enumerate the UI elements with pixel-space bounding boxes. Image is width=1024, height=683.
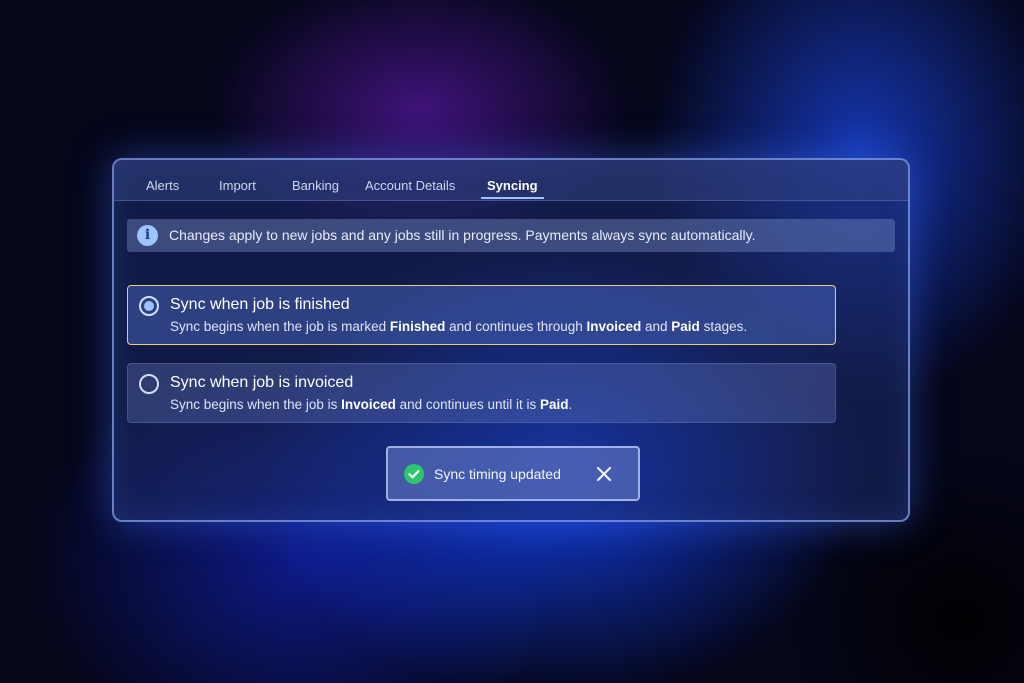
settings-panel: Alerts Import Banking Account Details Sy… xyxy=(112,158,910,522)
option-sync-when-finished[interactable]: Sync when job is finished Sync begins wh… xyxy=(127,285,836,345)
info-icon: i xyxy=(137,225,158,246)
tab-import[interactable]: Import xyxy=(219,178,256,193)
tab-bar: Alerts Import Banking Account Details Sy… xyxy=(114,160,908,201)
close-icon[interactable] xyxy=(593,463,615,485)
option-description: Sync begins when the job is Invoiced and… xyxy=(170,397,573,412)
toast-message: Sync timing updated xyxy=(434,466,561,482)
tab-banking[interactable]: Banking xyxy=(292,178,339,193)
option-title: Sync when job is invoiced xyxy=(170,374,354,391)
tab-syncing[interactable]: Syncing xyxy=(481,178,544,199)
check-circle-icon xyxy=(404,464,424,484)
option-description: Sync begins when the job is marked Finis… xyxy=(170,319,748,334)
info-banner: i Changes apply to new jobs and any jobs… xyxy=(127,219,895,252)
option-title: Sync when job is finished xyxy=(170,296,350,313)
info-text: Changes apply to new jobs and any jobs s… xyxy=(169,227,756,243)
option-sync-when-invoiced[interactable]: Sync when job is invoiced Sync begins wh… xyxy=(127,363,836,423)
toast-notification: Sync timing updated xyxy=(386,446,640,501)
tab-alerts[interactable]: Alerts xyxy=(146,178,179,193)
radio-selected[interactable] xyxy=(139,296,159,316)
tab-account-details[interactable]: Account Details xyxy=(365,178,455,193)
radio-dot xyxy=(144,301,154,311)
radio-unselected[interactable] xyxy=(139,374,159,394)
